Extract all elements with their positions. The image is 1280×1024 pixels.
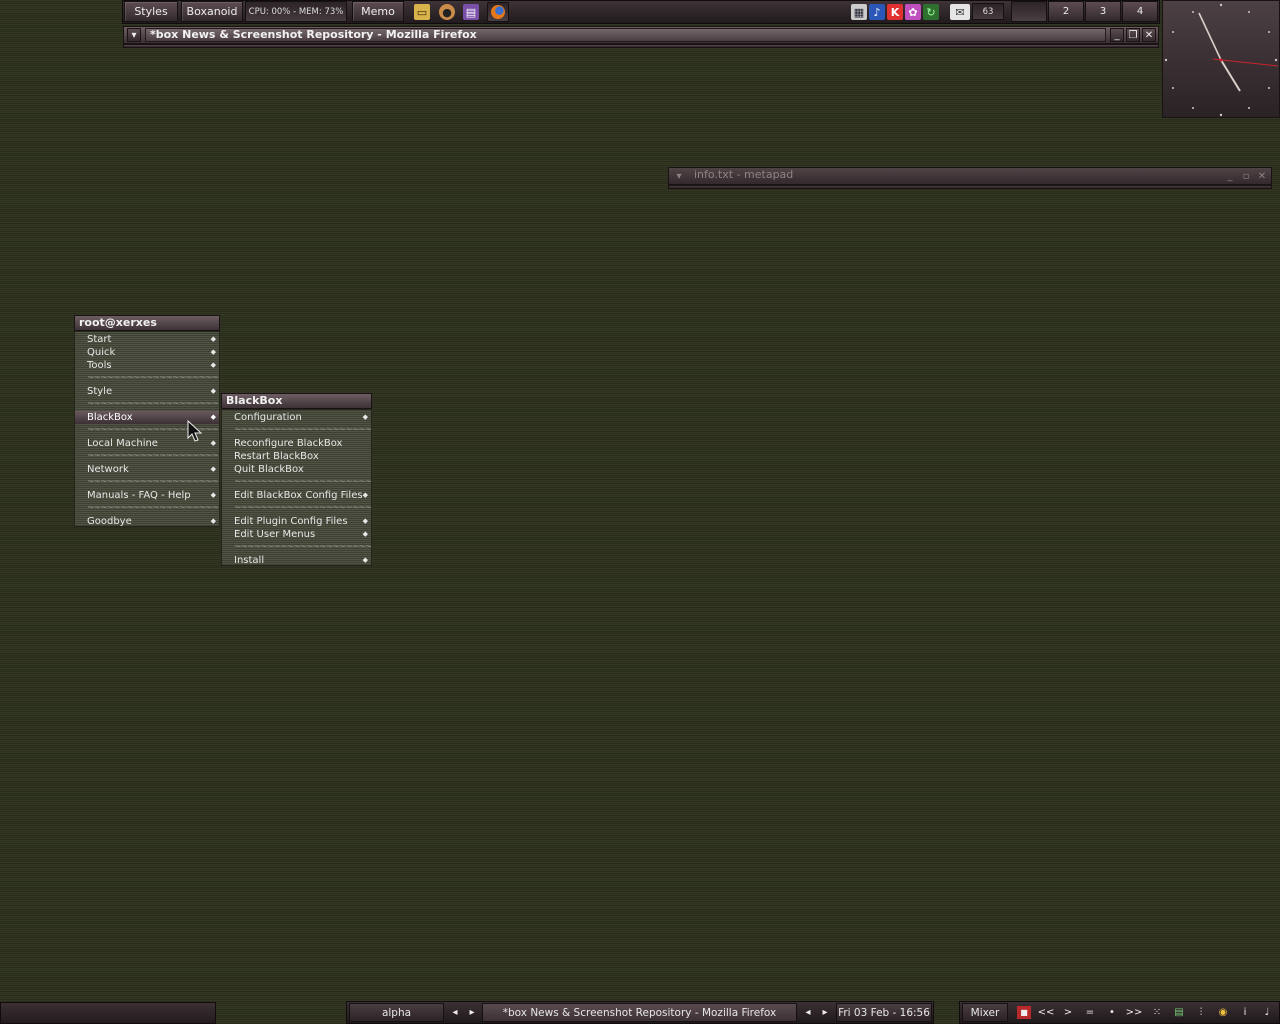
next-workspace-icon[interactable]: ▸ [463,1004,481,1021]
submenu-arrow-icon: ◆ [210,335,216,343]
menu-item-goodbye[interactable]: Goodbye ◆ [75,515,219,528]
boxanoid-button[interactable]: Boxanoid [181,1,243,22]
next-task-icon[interactable]: ▸ [816,1004,834,1021]
menu-item-edit-plugin-config[interactable]: Edit Plugin Config Files ◆ [222,515,371,528]
maximize-icon[interactable]: ▫ [1239,169,1253,183]
rewind-button[interactable]: << [1037,1004,1055,1021]
submenu-arrow-icon: ◆ [362,556,368,564]
forward-button[interactable]: >> [1125,1004,1143,1021]
pause-button[interactable]: = [1081,1004,1099,1021]
menu-item-reconfigure[interactable]: Reconfigure BlackBox [222,437,371,450]
grid-icon[interactable]: ⁙ [1148,1004,1166,1021]
firefox-titlebar[interactable]: ▾ *box News & Screenshot Repository - Mo… [123,26,1159,44]
menu-item-edit-blackbox-config[interactable]: Edit BlackBox Config Files ◆ [222,489,371,502]
maximize-icon[interactable]: ❐ [1126,28,1140,42]
stop-button[interactable]: • [1103,1004,1121,1021]
info-icon[interactable]: i [1236,1004,1254,1021]
firefox-icon[interactable] [487,2,509,22]
submenu-arrow-icon: ◆ [210,361,216,369]
spreadsheet-icon[interactable]: ▤ [1170,1004,1188,1021]
record-icon[interactable]: ■ [1017,1006,1031,1019]
submenu-arrow-icon: ◆ [210,348,216,356]
menu-item-edit-user-menus[interactable]: Edit User Menus ◆ [222,528,371,541]
analog-clock [1162,0,1280,118]
music-icon[interactable]: ♩ [1258,1004,1276,1021]
minimize-icon[interactable]: _ [1223,169,1237,183]
prev-task-icon[interactable]: ◂ [799,1004,817,1021]
firefox-resize-handle[interactable] [123,44,1159,48]
metapad-titlebar[interactable]: ▾ info.txt - metapad _ ▫ ✕ [668,167,1272,185]
equalizer-icon[interactable]: ⫶ [1192,1004,1210,1021]
submenu-arrow-icon: ◆ [210,439,216,447]
metapad-resize-handle[interactable] [668,185,1272,189]
submenu-arrow-icon: ◆ [210,491,216,499]
workspace-name[interactable]: alpha [349,1003,444,1022]
menu-item-install[interactable]: Install ◆ [222,554,371,567]
network-icon[interactable]: ▦ [851,4,867,20]
mail-count: 63 [972,3,1004,20]
antivirus-icon[interactable]: K [887,4,903,20]
root-menu-title: root@xerxes [74,315,220,331]
menu-item-quit[interactable]: Quit BlackBox [222,463,371,476]
window-menu-icon[interactable]: ▾ [672,169,686,183]
workspace-4[interactable]: 4 [1122,1,1158,22]
styles-button[interactable]: Styles [124,1,178,22]
book-icon[interactable]: ▤ [463,4,479,20]
menu-separator: ~~~~~~~~~~~~~~~~~~~~~~ [87,399,219,409]
firefox-window-title: *box News & Screenshot Repository - Mozi… [145,28,1106,42]
update-icon[interactable]: ↻ [923,4,939,20]
prev-workspace-icon[interactable]: ◂ [446,1004,464,1021]
menu-item-manuals[interactable]: Manuals - FAQ - Help ◆ [75,489,219,502]
metapad-window-title: info.txt - metapad [694,169,794,181]
menu-item-start[interactable]: Start ◆ [75,333,219,346]
folder-icon[interactable]: ▭ [414,4,430,20]
mouse-cursor-icon [187,420,203,442]
menu-item-style[interactable]: Style ◆ [75,385,219,398]
bottom-slit [0,1002,216,1024]
workspace-3[interactable]: 3 [1085,1,1121,22]
play-button[interactable]: > [1059,1004,1077,1021]
menu-item-network[interactable]: Network ◆ [75,463,219,476]
task-button-firefox[interactable]: *box News & Screenshot Repository - Mozi… [482,1003,797,1022]
datetime-display: Fri 03 Feb - 16:56 [836,1003,932,1022]
mail-icon[interactable]: ✉ [950,4,970,20]
audio-icon[interactable]: ♪ [869,4,885,20]
firefox-logo [491,5,505,19]
close-icon[interactable]: ✕ [1142,28,1156,42]
workspace-1[interactable] [1011,1,1047,22]
blackbox-menu-title: BlackBox [221,393,372,409]
menu-separator: ~~~~~~~~~~~~~~~~~~~~~~ [87,503,219,513]
messenger-icon[interactable]: ✿ [905,4,921,20]
menu-separator: ~~~~~~~~~~~~~~~~~~~~~~ [234,477,371,487]
menu-item-tools[interactable]: Tools ◆ [75,359,219,372]
menu-separator: ~~~~~~~~~~~~~~~~~~~~~~ [87,477,219,487]
close-icon[interactable]: ✕ [1255,169,1269,183]
disc-icon[interactable]: ◉ [1214,1004,1232,1021]
memo-button[interactable]: Memo [352,1,404,22]
menu-item-restart[interactable]: Restart BlackBox [222,450,371,463]
submenu-arrow-icon: ◆ [210,387,216,395]
menu-item-configuration[interactable]: Configuration ◆ [222,411,371,424]
workspace-2[interactable]: 2 [1048,1,1084,22]
minimize-icon[interactable]: _ [1110,28,1124,42]
menu-item-quick[interactable]: Quick ◆ [75,346,219,359]
menu-separator: ~~~~~~~~~~~~~~~~~~~~~~ [234,542,371,552]
blackbox-menu: Configuration ◆ ~~~~~~~~~~~~~~~~~~~~~~ Re… [221,409,372,566]
submenu-arrow-icon: ◆ [210,413,216,421]
submenu-arrow-icon: ◆ [210,465,216,473]
clock-face-icon [1164,3,1279,117]
menu-separator: ~~~~~~~~~~~~~~~~~~~~~~ [87,451,219,461]
menu-separator: ~~~~~~~~~~~~~~~~~~~~~~ [234,503,371,513]
window-menu-icon[interactable]: ▾ [127,28,141,42]
submenu-arrow-icon: ◆ [362,413,368,421]
menu-separator: ~~~~~~~~~~~~~~~~~~~~~~ [234,425,371,435]
cpu-mem-monitor: CPU: 00% - MEM: 73% [245,1,347,22]
paint-icon[interactable]: ● [439,4,455,20]
menu-separator: ~~~~~~~~~~~~~~~~~~~~~~ [87,373,219,383]
submenu-arrow-icon: ◆ [362,530,368,538]
submenu-arrow-icon: ◆ [362,517,368,525]
submenu-arrow-icon: ◆ [362,491,368,499]
mixer-button[interactable]: Mixer [962,1003,1008,1022]
submenu-arrow-icon: ◆ [210,517,216,525]
